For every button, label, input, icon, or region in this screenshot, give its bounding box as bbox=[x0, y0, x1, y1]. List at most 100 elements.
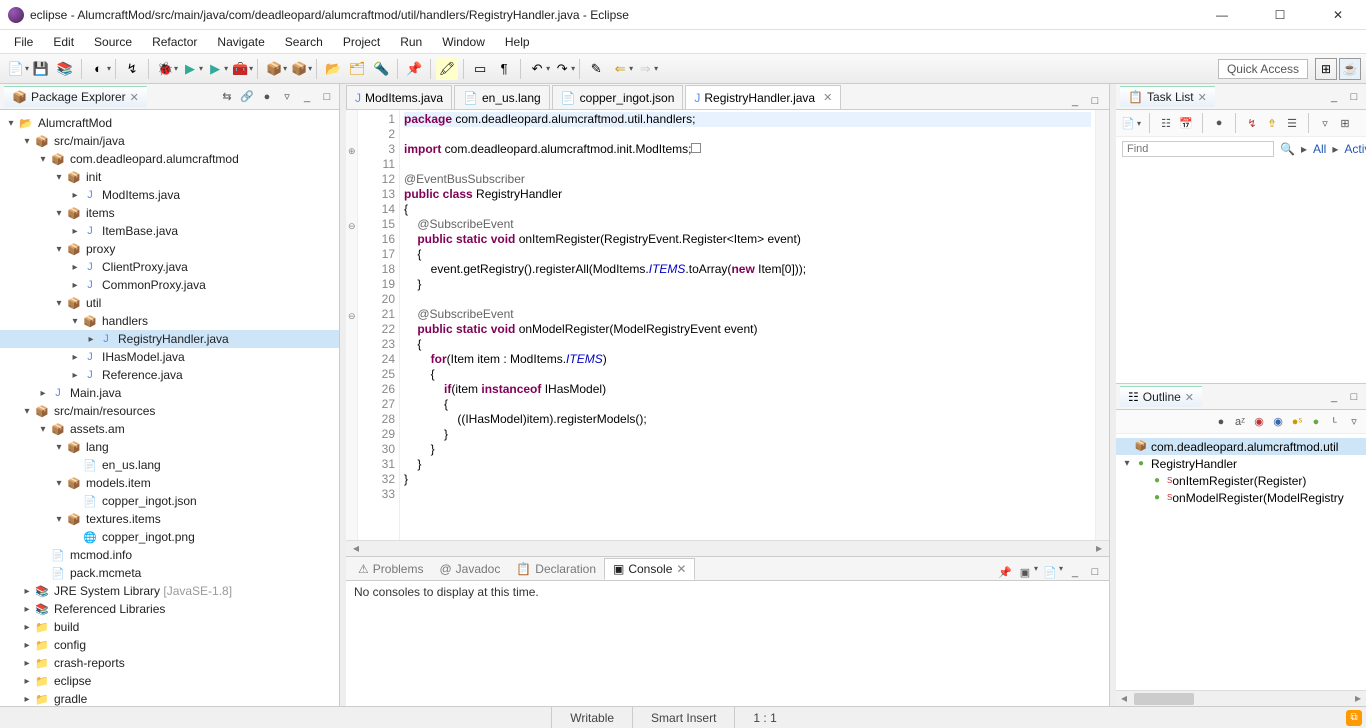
quick-access-input[interactable]: Quick Access bbox=[1218, 59, 1308, 79]
maximize-button[interactable]: ☐ bbox=[1260, 8, 1300, 22]
editor-tab[interactable]: 📄copper_ingot.json bbox=[552, 85, 684, 109]
menu-window[interactable]: Window bbox=[432, 32, 495, 52]
save-all-button[interactable]: 📚 bbox=[54, 58, 76, 80]
new-task-icon[interactable]: 📄 bbox=[1120, 115, 1136, 131]
outline-sort-icon[interactable]: aᶻ bbox=[1232, 414, 1248, 430]
minimize-button[interactable]: — bbox=[1202, 8, 1242, 22]
prev-annotation-button[interactable]: ↶ bbox=[526, 58, 548, 80]
task-minimize-icon[interactable]: _ bbox=[1326, 89, 1342, 105]
open-console-icon[interactable]: 📄 bbox=[1042, 564, 1058, 580]
outline-tree[interactable]: 📦com.deadleopard.alumcraftmod.util▾●Regi… bbox=[1116, 434, 1366, 690]
debug-button[interactable]: 🐞 bbox=[154, 58, 176, 80]
pin-console-icon[interactable]: 📌 bbox=[997, 564, 1013, 580]
menu-file[interactable]: File bbox=[4, 32, 43, 52]
hide-icon[interactable]: ☰ bbox=[1284, 115, 1300, 131]
search-icon[interactable]: 🔍 bbox=[1280, 142, 1295, 156]
menu-navigate[interactable]: Navigate bbox=[207, 32, 274, 52]
new-button[interactable]: 📄 bbox=[5, 58, 27, 80]
tree-item[interactable]: ▸JClientProxy.java bbox=[0, 258, 339, 276]
outline-item[interactable]: ●SonModelRegister(ModelRegistry bbox=[1116, 489, 1366, 506]
outline-horizontal-scrollbar[interactable]: ◂ ▸ bbox=[1116, 690, 1366, 706]
rss-feed-icon[interactable]: ⧉ bbox=[1346, 710, 1362, 726]
outline-item[interactable]: ▾●RegistryHandler bbox=[1116, 455, 1366, 472]
show-whitespace-button[interactable]: ¶ bbox=[493, 58, 515, 80]
java-perspective-button[interactable]: ☕ bbox=[1339, 58, 1361, 80]
skip-breakpoints-button[interactable]: ↯ bbox=[121, 58, 143, 80]
menu-search[interactable]: Search bbox=[275, 32, 333, 52]
task-maximize-icon[interactable]: □ bbox=[1346, 89, 1362, 105]
run-button[interactable]: ▶ bbox=[179, 58, 201, 80]
task-extra-icon[interactable]: ⊞ bbox=[1337, 115, 1353, 131]
task-activate-link[interactable]: Activate... bbox=[1344, 142, 1366, 156]
bottom-tab-console[interactable]: ▣Console ✕ bbox=[604, 558, 695, 580]
minimize-view-icon[interactable]: _ bbox=[299, 89, 315, 105]
new-class-button[interactable]: 📦 bbox=[288, 58, 310, 80]
task-list-tab[interactable]: 📋 Task List ✕ bbox=[1120, 86, 1215, 107]
tree-item[interactable]: ▸📁gradle bbox=[0, 690, 339, 706]
outline-hide-nonpublic-icon[interactable]: ●ˢ bbox=[1289, 414, 1305, 430]
editor-minimize-icon[interactable]: _ bbox=[1067, 93, 1083, 109]
tree-item[interactable]: 📄copper_ingot.json bbox=[0, 492, 339, 510]
tree-item[interactable]: ▸JModItems.java bbox=[0, 186, 339, 204]
outline-tab[interactable]: ☷ Outline ✕ bbox=[1120, 386, 1202, 407]
bottom-tab-problems[interactable]: ⚠Problems bbox=[350, 558, 431, 580]
outline-minimize-icon[interactable]: _ bbox=[1326, 389, 1342, 405]
tree-item[interactable]: ▾📦src/main/resources bbox=[0, 402, 339, 420]
package-explorer-tree[interactable]: ▾📂AlumcraftMod▾📦src/main/java▾📦com.deadl… bbox=[0, 110, 339, 706]
outline-hide-static-icon[interactable]: ◉ bbox=[1270, 414, 1286, 430]
outline-item[interactable]: ●SonItemRegister(Register) bbox=[1116, 472, 1366, 489]
task-find-input[interactable] bbox=[1122, 141, 1274, 157]
external-tools-button[interactable]: 🧰 bbox=[229, 58, 251, 80]
code-editor[interactable]: 12⊕311121314⊖151617181920⊖21222324252627… bbox=[346, 110, 1109, 540]
last-edit-button[interactable]: ✎ bbox=[585, 58, 607, 80]
outline-hide-fields-icon[interactable]: ◉ bbox=[1251, 414, 1267, 430]
display-console-icon[interactable]: ▣ bbox=[1017, 564, 1033, 580]
tree-item[interactable]: ▸JIHasModel.java bbox=[0, 348, 339, 366]
new-package-button[interactable]: 📦 bbox=[263, 58, 285, 80]
tree-item[interactable]: ▾📦items bbox=[0, 204, 339, 222]
editor-tab[interactable]: JModItems.java bbox=[346, 85, 452, 109]
next-annotation-button[interactable]: ↷ bbox=[551, 58, 573, 80]
code-area[interactable]: package com.deadleopard.alumcraftmod.uti… bbox=[400, 110, 1095, 540]
tree-item[interactable]: ▾📦assets.am bbox=[0, 420, 339, 438]
close-button[interactable]: ✕ bbox=[1318, 8, 1358, 22]
tree-item[interactable]: ▸📁crash-reports bbox=[0, 654, 339, 672]
menu-refactor[interactable]: Refactor bbox=[142, 32, 207, 52]
view-menu-icon[interactable]: ▿ bbox=[279, 89, 295, 105]
focus-workweek-icon[interactable]: ● bbox=[1211, 115, 1227, 131]
open-type-button[interactable]: 📂 bbox=[322, 58, 344, 80]
tree-item[interactable]: ▸JRegistryHandler.java bbox=[0, 330, 339, 348]
tree-item[interactable]: ▸JReference.java bbox=[0, 366, 339, 384]
categorized-icon[interactable]: ☷ bbox=[1158, 115, 1174, 131]
tree-item[interactable]: ▸📁config bbox=[0, 636, 339, 654]
tree-item[interactable]: 📄mcmod.info bbox=[0, 546, 339, 564]
task-all-link[interactable]: All bbox=[1313, 142, 1326, 156]
task-view-menu-icon[interactable]: ▿ bbox=[1317, 115, 1333, 131]
outline-hide-l-icon[interactable]: ᴸ bbox=[1327, 414, 1343, 430]
coverage-button[interactable]: ▶ bbox=[204, 58, 226, 80]
bottom-tab-declaration[interactable]: 📋Declaration bbox=[508, 558, 604, 580]
tree-item[interactable]: 🌐copper_ingot.png bbox=[0, 528, 339, 546]
editor-tab[interactable]: JRegistryHandler.java✕ bbox=[685, 85, 841, 109]
tree-item[interactable]: ▾📦handlers bbox=[0, 312, 339, 330]
toggle-mark-button[interactable]: 📌 bbox=[403, 58, 425, 80]
tree-item[interactable]: ▾📦textures.items bbox=[0, 510, 339, 528]
editor-tab[interactable]: 📄en_us.lang bbox=[454, 85, 550, 109]
menu-help[interactable]: Help bbox=[495, 32, 540, 52]
maximize-view-icon[interactable]: □ bbox=[319, 89, 335, 105]
menu-source[interactable]: Source bbox=[84, 32, 142, 52]
line-number-gutter[interactable]: 12⊕311121314⊖151617181920⊖21222324252627… bbox=[358, 110, 400, 540]
overview-ruler[interactable] bbox=[1095, 110, 1109, 540]
tree-item[interactable]: ▸JMain.java bbox=[0, 384, 339, 402]
collapse-all-icon[interactable]: ⇆ bbox=[219, 89, 235, 105]
tree-item[interactable]: ▾📦models.item bbox=[0, 474, 339, 492]
tree-item[interactable]: ▸📁eclipse bbox=[0, 672, 339, 690]
toggle-highlight-button[interactable]: 🖍 bbox=[436, 58, 458, 80]
console-minimize-icon[interactable]: _ bbox=[1067, 564, 1083, 580]
tree-item[interactable]: ▾📦com.deadleopard.alumcraftmod bbox=[0, 150, 339, 168]
editor-maximize-icon[interactable]: □ bbox=[1087, 93, 1103, 109]
tree-item[interactable]: ▾📦lang bbox=[0, 438, 339, 456]
tree-item[interactable]: 📄en_us.lang bbox=[0, 456, 339, 474]
collapse-icon[interactable]: ⇮ bbox=[1264, 115, 1280, 131]
console-maximize-icon[interactable]: □ bbox=[1087, 564, 1103, 580]
